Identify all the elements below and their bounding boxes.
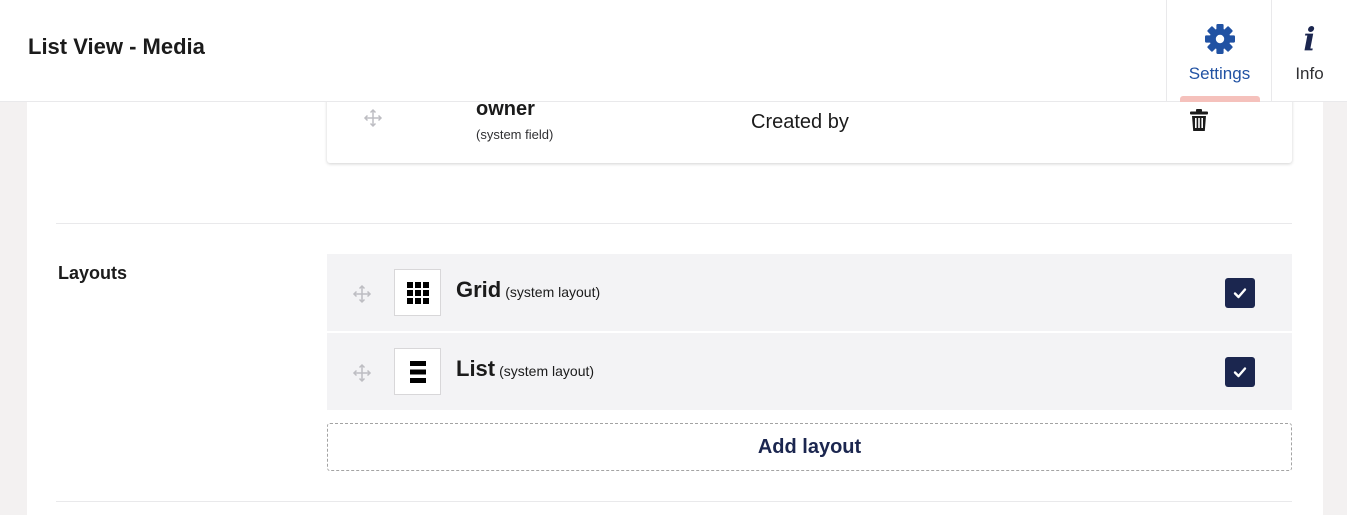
layout-item-list: List (system layout)	[327, 333, 1292, 410]
editor-header: List View - Media Settings i Info	[0, 0, 1347, 102]
section-divider	[56, 501, 1292, 502]
column-system-note: (system field)	[476, 127, 554, 142]
layout-enabled-checkbox[interactable]	[1225, 278, 1255, 308]
check-icon	[1233, 288, 1247, 299]
drag-handle-icon[interactable]	[363, 108, 383, 133]
gear-icon	[1204, 22, 1236, 56]
layout-system-note: (system layout)	[499, 363, 595, 379]
info-label: Info	[1295, 64, 1324, 83]
layout-name: Grid (system layout)	[456, 277, 600, 303]
list-icon[interactable]	[394, 348, 441, 395]
info-app-button[interactable]: i Info	[1271, 0, 1347, 102]
column-header-name[interactable]: Created by	[751, 111, 849, 134]
settings-app-button[interactable]: Settings	[1166, 0, 1272, 102]
trash-icon[interactable]	[1189, 108, 1209, 137]
grid-icon[interactable]	[394, 269, 441, 316]
section-divider	[56, 223, 1292, 224]
layout-item-grid: Grid (system layout)	[327, 254, 1292, 331]
layout-name-text: Grid	[456, 277, 502, 302]
layout-system-note: (system layout)	[505, 284, 601, 300]
layouts-label: Layouts	[58, 263, 128, 283]
add-layout-button[interactable]: Add layout	[327, 423, 1292, 471]
check-icon	[1233, 367, 1247, 378]
layout-enabled-checkbox[interactable]	[1225, 357, 1255, 387]
settings-label: Settings	[1188, 64, 1251, 83]
info-icon: i	[1303, 20, 1316, 58]
drag-handle-icon[interactable]	[352, 363, 372, 388]
layout-name-text: List	[456, 356, 496, 381]
layout-name: List (system layout)	[456, 356, 594, 382]
drag-handle-icon[interactable]	[352, 284, 372, 309]
page-title: List View - Media	[28, 34, 205, 59]
active-indicator	[1180, 96, 1260, 102]
